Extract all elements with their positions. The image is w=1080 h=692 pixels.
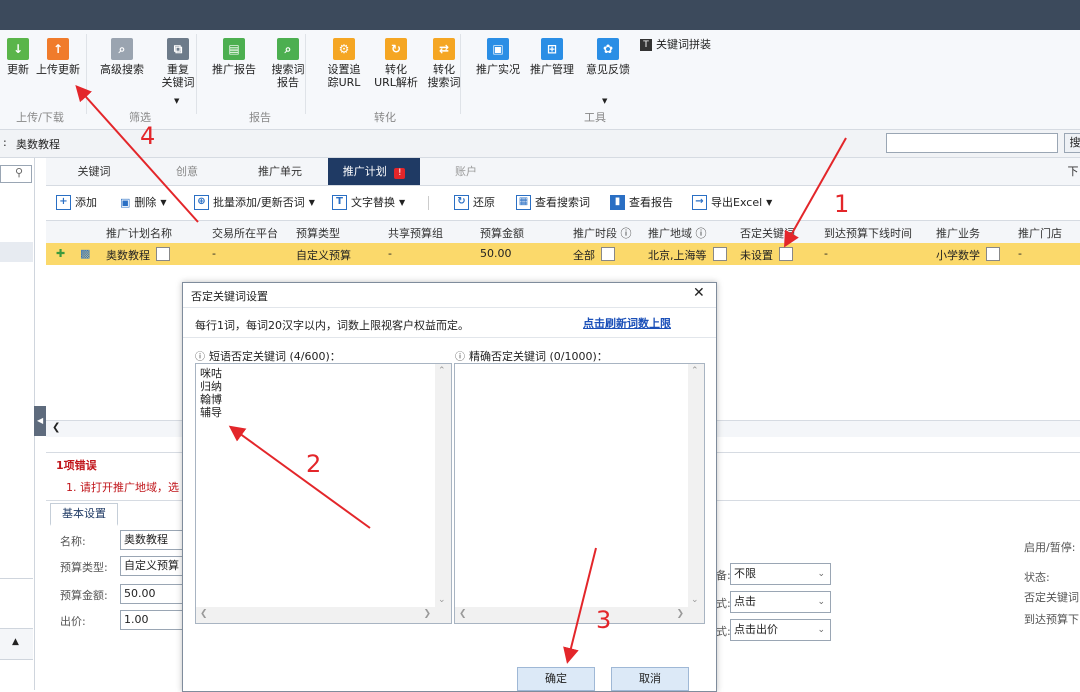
annotation-overlay xyxy=(75,85,847,664)
annotation-arrow-2 xyxy=(228,425,371,529)
annotation-number-2: 2 xyxy=(306,450,322,478)
annotation-number-4: 4 xyxy=(140,122,156,150)
annotation-arrow-3 xyxy=(563,547,597,664)
annotation-number-3: 3 xyxy=(596,606,612,634)
annotation-number-1: 1 xyxy=(834,190,850,218)
annotation-arrow-4 xyxy=(75,85,199,223)
